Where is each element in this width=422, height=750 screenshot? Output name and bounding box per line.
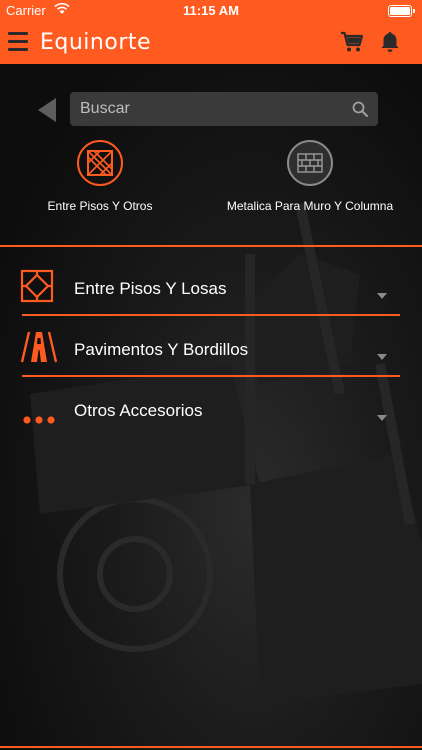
nav-bar: Equinorte [0,22,422,64]
notification-bell-icon[interactable] [378,30,402,54]
list-item-label: Pavimentos Y Bordillos [74,340,249,359]
hamburger-menu-icon[interactable] [8,32,28,54]
brick-wall-icon [287,140,333,186]
dots-icon [20,391,58,425]
section-divider [0,245,422,247]
list-item-label: Entre Pisos Y Losas [74,279,227,298]
bottom-divider [0,746,422,748]
road-icon [20,330,58,364]
category-label: Entre Pisos Y Otros [47,199,153,213]
search-icon[interactable] [352,101,368,117]
category-label: Metalica Para Muro Y Columna [226,199,394,213]
shopping-cart-icon[interactable] [340,30,364,54]
list-item-entre-pisos-y-losas[interactable]: Entre Pisos Y Losas [0,255,422,316]
back-arrow-icon[interactable] [36,97,58,123]
chevron-down-icon [377,408,387,421]
status-time: 11:15 AM [183,3,239,18]
status-bar: Carrier 11:15 AM [0,0,422,22]
category-metalica-para-muro[interactable]: Metalica Para Muro Y Columna [210,140,410,215]
list-item-pavimentos-y-bordillos[interactable]: Pavimentos Y Bordillos [0,316,422,377]
category-entre-pisos-y-otros[interactable]: Entre Pisos Y Otros [0,140,200,215]
floor-tile-icon [20,269,58,303]
battery-icon [388,5,415,17]
list-item-otros-accesorios[interactable]: Otros Accesorios [0,377,422,437]
search-bar [70,92,378,126]
list-item-label: Otros Accesorios [74,401,203,420]
chevron-down-icon [377,347,387,360]
search-input[interactable] [80,98,340,120]
app-logo: Equinorte [40,30,152,55]
floor-pattern-icon [77,140,123,186]
chevron-down-icon [377,286,387,299]
